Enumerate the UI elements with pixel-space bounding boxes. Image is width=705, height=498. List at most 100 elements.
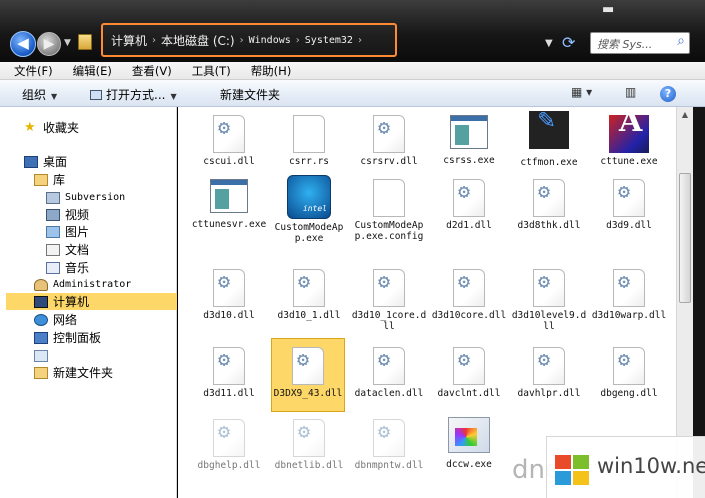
scroll-up-icon[interactable]: ▲ <box>677 107 693 123</box>
file-item[interactable]: dbgeng.dll <box>590 347 668 399</box>
nav-item-administrator[interactable]: Administrator <box>34 276 131 293</box>
nav-item-pictures[interactable]: 图片 <box>46 223 89 240</box>
file-name: CustomModeApp.exe <box>274 222 344 244</box>
music-icon <box>46 261 60 274</box>
application-window-icon <box>450 115 488 149</box>
file-name: d3d11.dll <box>203 388 255 399</box>
file-item[interactable]: cttune.exe <box>590 115 668 167</box>
nav-item-subversion[interactable]: Subversion <box>46 189 125 206</box>
search-icon[interactable]: ⌕ <box>677 33 685 49</box>
file-name: dbgeng.dll <box>600 388 658 399</box>
file-item[interactable]: d2d1.dll <box>430 179 508 231</box>
file-item[interactable]: CustomModeApp.exe <box>270 175 348 244</box>
file-name: cscui.dll <box>203 156 255 167</box>
file-item[interactable]: d3d10level9.dll <box>510 269 588 332</box>
file-item[interactable]: d3d10_1.dll <box>270 269 348 321</box>
navigation-pane: ★ 收藏夹 桌面 库 Subversion 视频 图片 文档 音乐 Adminis… <box>0 107 177 498</box>
menu-tools[interactable]: 工具(T) <box>192 63 231 79</box>
file-item[interactable]: dbghelp.dll <box>190 419 268 471</box>
nav-item-documents[interactable]: 文档 <box>46 241 89 258</box>
back-button[interactable]: ◀ <box>10 31 36 57</box>
file-item[interactable]: CustomModeApp.exe.config <box>350 179 428 242</box>
file-item[interactable]: d3d10warp.dll <box>590 269 668 321</box>
pen-tablet-icon <box>529 111 569 149</box>
search-placeholder: 搜索 Sys... <box>597 38 653 51</box>
file-item[interactable]: dbnmpntw.dll <box>350 419 428 471</box>
file-name: csrr.rs <box>288 156 330 167</box>
dll-file-icon <box>373 347 405 385</box>
nav-item-control-panel[interactable]: 控制面板 <box>34 329 101 346</box>
forward-button[interactable]: ▶ <box>37 32 61 56</box>
open-with-button[interactable]: 打开方式... ▼ <box>90 86 177 103</box>
nav-item-desktop[interactable]: 桌面 <box>24 153 67 170</box>
breadcrumb-separator-icon[interactable]: › <box>296 35 300 46</box>
nav-item-library[interactable]: 库 <box>34 171 65 188</box>
file-item[interactable]: cscui.dll <box>190 115 268 167</box>
nav-item-favorites[interactable]: ★ 收藏夹 <box>24 119 79 136</box>
file-item[interactable]: csrr.rs <box>270 115 348 167</box>
dll-file-icon <box>453 179 485 217</box>
nav-item-videos[interactable]: 视频 <box>46 206 89 223</box>
file-item[interactable]: d3d8thk.dll <box>510 179 588 231</box>
minimize-button[interactable]: ▬ <box>602 2 614 17</box>
file-item[interactable]: d3d10core.dll <box>430 269 508 321</box>
breadcrumb-local-disk[interactable]: 本地磁盘 (C:) <box>161 32 235 49</box>
file-item[interactable]: ctfmon.exe <box>510 111 588 168</box>
nav-item-new-folder[interactable]: 新建文件夹 <box>34 364 113 381</box>
menu-view[interactable]: 查看(V) <box>132 63 172 79</box>
nav-item-computer[interactable]: 计算机 <box>6 293 177 310</box>
file-item[interactable]: csrsrv.dll <box>350 115 428 167</box>
file-item[interactable]: dccw.exe <box>430 417 508 470</box>
dll-file-icon <box>213 115 245 153</box>
breadcrumb-separator-icon[interactable]: › <box>358 35 362 46</box>
file-name: d3d10warp.dll <box>591 310 667 321</box>
breadcrumb-separator-icon[interactable]: › <box>152 35 156 46</box>
file-item-selected[interactable]: D3DX9_43.dll <box>271 338 345 412</box>
nav-item-music[interactable]: 音乐 <box>46 259 89 276</box>
breadcrumb-separator-icon[interactable]: › <box>240 35 244 46</box>
file-name: d3d8thk.dll <box>517 220 581 231</box>
preview-pane-icon[interactable]: ▥ <box>625 85 636 99</box>
file-name: D3DX9_43.dll <box>273 388 343 399</box>
file-name: ctfmon.exe <box>520 157 578 168</box>
help-icon[interactable]: ? <box>660 86 676 102</box>
file-item[interactable]: d3d9.dll <box>590 179 668 231</box>
address-dropdown-icon[interactable]: ▼ <box>545 38 553 49</box>
dll-file-icon <box>533 179 565 217</box>
picture-icon <box>46 225 60 238</box>
nav-item-label: 文档 <box>65 243 90 257</box>
file-name: d3d10.dll <box>203 310 255 321</box>
menu-file[interactable]: 文件(F) <box>14 63 53 79</box>
search-input[interactable]: 搜索 Sys... ⌕ <box>590 32 690 54</box>
file-item[interactable]: csrss.exe <box>430 115 508 166</box>
file-item[interactable]: cttunesvr.exe <box>190 179 268 230</box>
file-item[interactable]: d3d11.dll <box>190 347 268 399</box>
nav-item-recycle-bin[interactable] <box>34 347 53 364</box>
view-options-icon[interactable]: ▦ ▾ <box>571 85 592 99</box>
file-item[interactable]: davhlpr.dll <box>510 347 588 399</box>
new-folder-button[interactable]: 新建文件夹 <box>220 86 280 103</box>
scroll-thumb[interactable] <box>679 173 691 303</box>
breadcrumb-windows[interactable]: Windows <box>249 35 291 46</box>
breadcrumb-system32[interactable]: System32 <box>305 35 353 46</box>
address-bar[interactable]: 计算机 › 本地磁盘 (C:) › Windows › System32 › <box>101 23 397 57</box>
star-icon: ★ <box>24 119 36 135</box>
file-item[interactable]: dbnetlib.dll <box>270 419 348 471</box>
recent-pages-dropdown[interactable]: ▼ <box>64 38 71 48</box>
file-item[interactable]: davclnt.dll <box>430 347 508 399</box>
nav-item-network[interactable]: 网络 <box>34 311 77 328</box>
menu-bar: 文件(F) 编辑(E) 查看(V) 工具(T) 帮助(H) <box>0 62 705 80</box>
file-item[interactable]: d3d10_1core.dll <box>350 269 428 332</box>
file-item[interactable]: dataclen.dll <box>350 347 428 399</box>
menu-help[interactable]: 帮助(H) <box>251 63 292 79</box>
organize-button[interactable]: 组织 ▼ <box>22 86 57 103</box>
breadcrumb-computer[interactable]: 计算机 <box>111 32 147 49</box>
file-name: d3d10core.dll <box>431 310 507 321</box>
menu-edit[interactable]: 编辑(E) <box>73 63 112 79</box>
organize-label: 组织 <box>22 88 47 102</box>
open-with-icon <box>90 90 102 100</box>
refresh-icon[interactable]: ⟳ <box>562 33 575 52</box>
folder-icon <box>34 366 48 379</box>
file-item[interactable]: d3d10.dll <box>190 269 268 321</box>
forward-arrow-icon: ▶ <box>43 36 55 52</box>
